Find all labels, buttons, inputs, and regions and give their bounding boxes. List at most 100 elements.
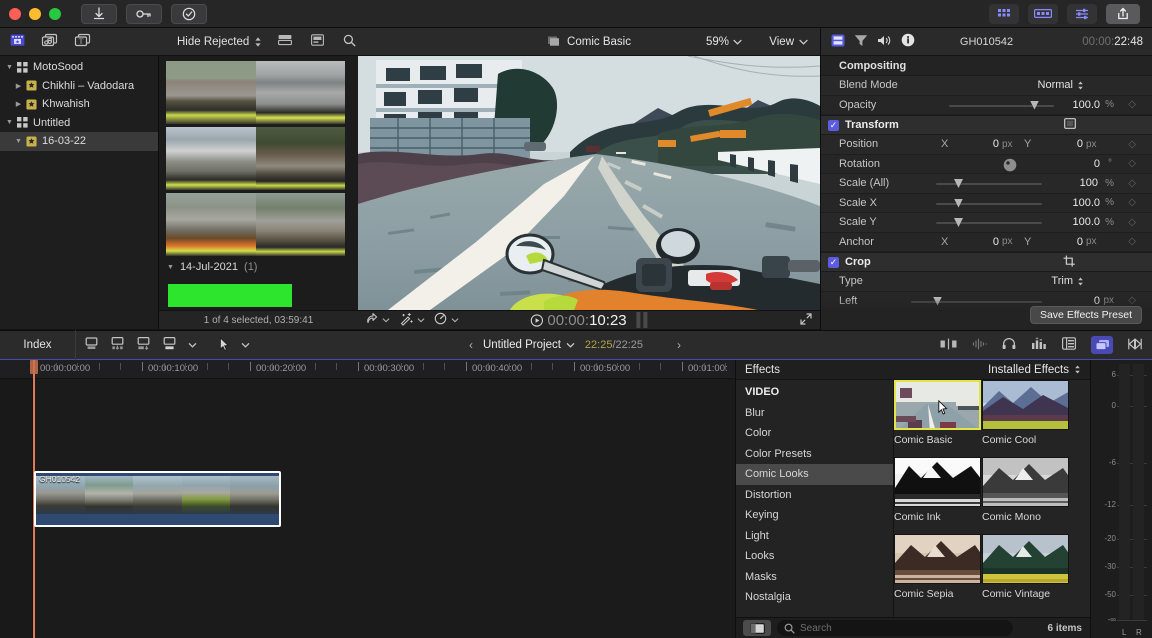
expand-icon[interactable]	[800, 312, 812, 328]
scale-x-keyframe-button[interactable]: ◇	[1128, 197, 1136, 208]
effect-thumbnail[interactable]	[982, 457, 1069, 507]
anchor-row[interactable]: Anchor X 0 px Y 0 px ◇	[821, 232, 1152, 252]
fit-timeline-icon[interactable]	[1128, 337, 1142, 353]
share-icon[interactable]	[365, 312, 378, 328]
effects-category-color-presets[interactable]: Color Presets	[736, 444, 893, 465]
disclosure-triangle-icon[interactable]: ▼	[167, 264, 174, 271]
scale-x-row[interactable]: Scale X 100.0 % ◇	[821, 193, 1152, 213]
info-inspector-icon[interactable]	[854, 34, 868, 50]
crop-type-row[interactable]: Type Trim	[821, 272, 1152, 292]
effects-browser[interactable]: Effects Installed Effects VIDEO Blur Color…	[735, 360, 1091, 638]
playhead-handle[interactable]	[30, 360, 38, 374]
position-x-value[interactable]: 0	[971, 138, 999, 150]
date-group-header[interactable]: ▼ 14-Jul-2021 (1)	[167, 261, 257, 273]
opacity-value[interactable]: 100.0	[1072, 99, 1100, 111]
effect-thumbnail[interactable]	[894, 380, 981, 430]
chevron-down-icon[interactable]	[451, 317, 459, 323]
transform-group-header[interactable]: ✓ Transform	[821, 115, 1152, 135]
position-keyframe-button[interactable]: ◇	[1128, 139, 1136, 150]
crop-onscreen-icon[interactable]	[1063, 255, 1076, 270]
effect-item-comic-vintage[interactable]: Comic Vintage	[982, 534, 1069, 600]
zoom-button[interactable]	[49, 7, 61, 20]
sidebar-item-motosood[interactable]: ▼ MotoSood	[0, 58, 158, 77]
chevron-down-icon[interactable]	[566, 342, 575, 348]
overwrite-icon[interactable]	[162, 336, 177, 354]
effects-category-keying[interactable]: Keying	[736, 505, 893, 526]
effects-category-list[interactable]: VIDEO Blur Color Color Presets Comic Looks Di…	[736, 380, 894, 617]
viewer-zoom-popup[interactable]: 59%	[706, 36, 742, 48]
save-effects-preset-button[interactable]: Save Effects Preset	[1029, 306, 1142, 324]
chevron-down-icon[interactable]	[382, 317, 390, 323]
next-project-button[interactable]: ›	[677, 338, 681, 352]
scale-all-row[interactable]: Scale (All) 100 % ◇	[821, 174, 1152, 194]
crop-type-popup[interactable]: Trim	[1051, 275, 1084, 287]
inspector-toggle-button[interactable]	[1067, 3, 1097, 24]
solo-icon[interactable]	[940, 338, 957, 353]
effects-category-light[interactable]: Light	[736, 526, 893, 547]
sidebar-item-chikhli-vadodara[interactable]: ▶ Chikhli – Vadodara	[0, 77, 158, 96]
timeline-index-icon[interactable]	[1062, 337, 1077, 353]
project-name[interactable]: Untitled Project	[483, 339, 561, 351]
filmstrip-clip-1[interactable]	[166, 61, 345, 124]
disclosure-triangle-right-icon[interactable]: ▶	[13, 100, 24, 108]
scale-y-row[interactable]: Scale Y 100.0 % ◇	[821, 213, 1152, 233]
retime-icon[interactable]	[434, 312, 447, 328]
sidebar-item-16-03-22[interactable]: ▼ 16-03-22	[0, 132, 158, 151]
scale-all-value[interactable]: 100	[1080, 177, 1098, 189]
effects-grid[interactable]: Comic Basic Comic Cool Comic Ink Comic Mono…	[894, 380, 1090, 617]
photos-audio-icon[interactable]	[41, 33, 58, 50]
effect-thumbnail[interactable]	[982, 380, 1069, 430]
import-media-button[interactable]	[81, 3, 117, 24]
effect-thumbnail[interactable]	[982, 534, 1069, 584]
insert-icon[interactable]	[110, 336, 125, 354]
effect-thumbnail[interactable]	[894, 457, 981, 507]
chevron-down-icon[interactable]	[188, 342, 197, 348]
transform-onscreen-icon[interactable]	[1064, 118, 1076, 132]
disclosure-triangle-down-icon[interactable]: ▼	[13, 138, 24, 145]
effects-search-input[interactable]: Search	[777, 620, 1013, 636]
effect-thumbnail[interactable]	[894, 534, 981, 584]
effects-category-blur[interactable]: Blur	[736, 403, 893, 424]
crop-checkbox[interactable]: ✓	[828, 256, 839, 268]
crop-group-header[interactable]: ✓ Crop	[821, 252, 1152, 272]
effects-category-looks[interactable]: Looks	[736, 546, 893, 567]
effects-category-distortion[interactable]: Distortion	[736, 485, 893, 506]
effect-item-comic-mono[interactable]: Comic Mono	[982, 457, 1069, 523]
rotation-keyframe-button[interactable]: ◇	[1128, 158, 1136, 169]
video-inspector-icon[interactable]	[831, 34, 845, 50]
tool-select-icon[interactable]	[219, 336, 230, 354]
filmstrip-clip-2[interactable]	[166, 127, 345, 190]
effect-item-comic-sepia[interactable]: Comic Sepia	[894, 534, 981, 600]
clip-filter-popup[interactable]: Hide Rejected	[177, 36, 262, 48]
timeline-area[interactable]: 00:00:00:00 00:00:10:00 00:00:20:00 00:00:3…	[0, 360, 735, 638]
filmstrip-view-icon[interactable]	[278, 34, 293, 49]
libraries-sidebar[interactable]: ▼ MotoSood ▶ Chikhli – Vadodara ▶ Khwahish ▼ Un…	[0, 56, 159, 329]
scale-all-slider[interactable]	[936, 179, 1042, 188]
enhance-icon[interactable]	[399, 312, 413, 329]
opacity-slider[interactable]	[949, 100, 1054, 110]
list-view-icon[interactable]	[311, 34, 325, 49]
keyword-editor-button[interactable]	[126, 3, 162, 24]
append-icon[interactable]	[84, 336, 99, 354]
browser-toggle-button[interactable]	[989, 3, 1019, 24]
share-button[interactable]	[1106, 3, 1140, 24]
timeline-index-button[interactable]: Index	[0, 339, 75, 351]
opacity-keyframe-button[interactable]: ◇	[1128, 99, 1136, 110]
rotation-row[interactable]: Rotation 0 ° ◇	[821, 154, 1152, 175]
chevron-down-icon[interactable]	[241, 342, 250, 348]
disclosure-triangle-down-icon[interactable]: ▼	[4, 119, 15, 126]
search-icon[interactable]	[343, 34, 356, 50]
blend-mode-row[interactable]: Blend Mode Normal	[821, 76, 1152, 96]
generator-inspector-icon[interactable]	[901, 33, 915, 50]
close-button[interactable]	[9, 7, 21, 20]
timeline-clip[interactable]: GH010542	[34, 471, 281, 527]
effects-category-comic-looks[interactable]: Comic Looks	[736, 464, 893, 485]
rotation-dial[interactable]	[1003, 158, 1017, 175]
titles-generators-icon[interactable]: T	[74, 33, 91, 50]
anchor-keyframe-button[interactable]: ◇	[1128, 236, 1136, 247]
audio-meters-icon[interactable]	[1031, 337, 1047, 353]
connect-icon[interactable]	[136, 336, 151, 354]
sidebar-item-khwahish[interactable]: ▶ Khwahish	[0, 95, 158, 114]
scale-x-slider[interactable]	[936, 198, 1042, 208]
previous-project-button[interactable]: ‹	[469, 338, 473, 352]
